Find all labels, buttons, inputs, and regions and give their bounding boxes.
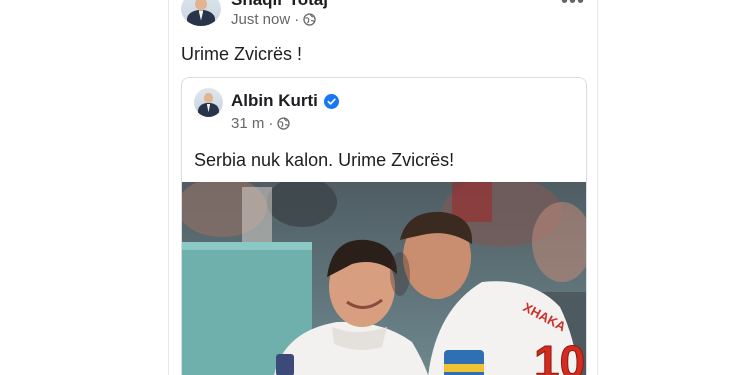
facebook-post-card: Shaqir Totaj Just now · ••• Urime Zvicrë…	[168, 0, 598, 375]
shared-post[interactable]: Albin Kurti 31 m · Serbia nuk kalon. Uri…	[181, 77, 587, 375]
author-avatar[interactable]	[181, 0, 221, 26]
post-timestamp[interactable]: Just now	[231, 11, 290, 28]
meta-separator: ·	[294, 11, 300, 28]
verified-badge-icon	[323, 93, 339, 109]
post-meta: Just now ·	[231, 11, 316, 28]
post-photo[interactable]: XHAKA 10	[182, 182, 586, 375]
more-options-icon[interactable]: •••	[561, 0, 585, 13]
globe-icon	[303, 13, 316, 26]
post-author-name[interactable]: Shaqir Totaj	[231, 0, 328, 10]
shared-author-row: Albin Kurti	[231, 91, 339, 111]
post-text: Urime Zvicrës !	[181, 44, 302, 64]
shared-author-avatar[interactable]	[194, 88, 223, 117]
shared-post-text: Serbia nuk kalon. Urime Zvicrës!	[194, 150, 455, 170]
shared-post-timestamp[interactable]: 31 m	[231, 115, 264, 132]
meta-separator: ·	[268, 115, 274, 132]
celebration-photo: XHAKA 10	[182, 182, 586, 375]
globe-icon	[277, 117, 291, 130]
shared-author-name[interactable]: Albin Kurti	[231, 91, 318, 111]
shared-post-meta: 31 m ·	[231, 115, 291, 132]
jersey-number: 10	[534, 336, 585, 375]
